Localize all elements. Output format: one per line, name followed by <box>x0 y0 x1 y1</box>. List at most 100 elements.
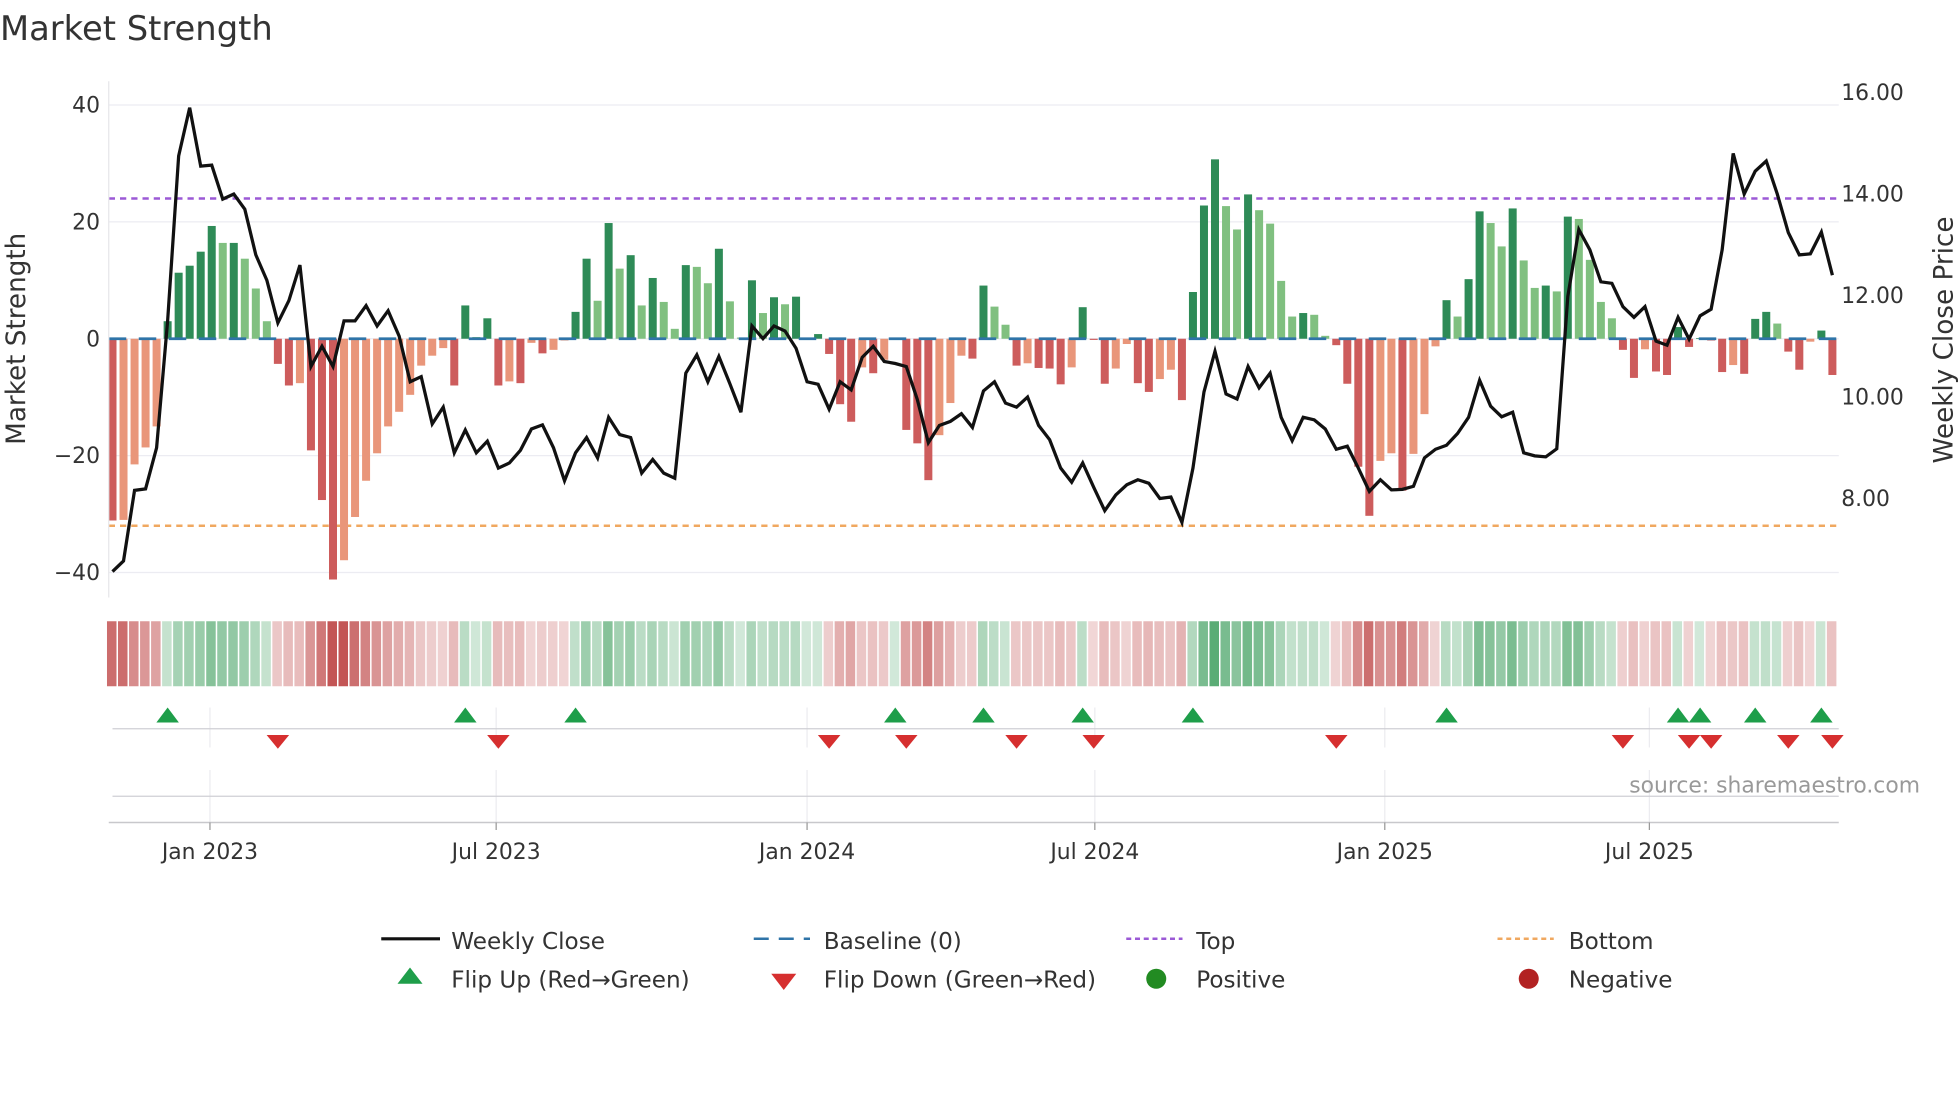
strength-bar <box>604 223 613 339</box>
strength-bar <box>549 338 558 350</box>
strength-bar <box>1640 338 1649 350</box>
strength-bar <box>240 258 249 339</box>
strength-heat-strip <box>106 621 1837 687</box>
flip-up-marker <box>1743 707 1767 723</box>
legend-item-baseline: Baseline (0) <box>753 929 962 955</box>
strength-bar <box>626 255 635 339</box>
heat-cell <box>845 621 856 687</box>
strength-bar <box>494 338 503 386</box>
strength-bar <box>582 258 591 339</box>
strength-bar <box>1453 316 1462 339</box>
legend-item-positive: Positive <box>1146 968 1285 994</box>
strength-bar <box>1111 338 1120 369</box>
heat-cell <box>1000 621 1010 687</box>
heat-cell <box>106 621 117 687</box>
heat-cell <box>1154 621 1164 687</box>
strength-bar <box>505 338 514 382</box>
flip-down-marker <box>817 735 841 749</box>
heat-cell <box>757 621 767 687</box>
y-tick-label: 20 <box>72 210 100 235</box>
market-strength-chart: Market Strength 40 20 0 −20 −40 16.00 14.00 12.… <box>0 9 1960 994</box>
heat-cell <box>1551 621 1561 687</box>
heat-cell <box>1055 621 1065 687</box>
strength-bar <box>1155 338 1164 380</box>
strength-bar <box>229 242 238 339</box>
strength-bar <box>417 338 426 366</box>
heat-cell <box>966 621 977 687</box>
strength-bar <box>1795 338 1804 370</box>
y2-tick-label: 10.00 <box>1841 386 1904 411</box>
heat-cell <box>691 621 701 687</box>
y-tick-label: 0 <box>86 327 100 352</box>
heat-cell <box>140 621 150 687</box>
heat-cell <box>988 621 999 687</box>
strength-bar <box>1166 338 1175 370</box>
heat-cell <box>1815 621 1826 687</box>
strength-bar <box>317 338 326 501</box>
strength-bar <box>935 338 944 436</box>
strength-bar <box>439 338 448 349</box>
strength-bar <box>196 251 205 339</box>
legend-label: Flip Down (Green→Red) <box>824 968 1096 994</box>
heat-cell <box>1496 621 1506 687</box>
heat-cell <box>283 621 293 687</box>
strength-bar <box>670 328 679 339</box>
strength-bar <box>869 338 878 374</box>
heat-cell <box>1110 621 1120 687</box>
heat-cell <box>603 621 613 687</box>
strength-bar <box>1078 307 1087 339</box>
strength-bar <box>990 306 999 339</box>
legend-label: Positive <box>1196 968 1285 994</box>
heat-cell <box>801 621 812 687</box>
flip-up-marker <box>1181 707 1205 723</box>
heat-cell <box>614 621 624 687</box>
strength-bar <box>1409 338 1418 454</box>
strength-bar <box>902 338 911 430</box>
heat-cell <box>1099 621 1109 687</box>
strength-bar <box>714 248 723 339</box>
flip-up-marker <box>1435 707 1458 723</box>
strength-bar <box>1100 338 1109 384</box>
strength-bar <box>1464 279 1473 339</box>
heat-cell <box>955 621 966 687</box>
heat-cell <box>492 621 503 687</box>
heat-cell <box>129 621 139 687</box>
strength-bar <box>1497 246 1506 339</box>
heat-cell <box>1804 621 1815 687</box>
heat-cell <box>470 621 481 687</box>
heat-cell <box>1562 621 1572 687</box>
heat-cell <box>1474 621 1484 687</box>
x-tick-label: Jul 2024 <box>1048 840 1139 865</box>
heat-cell <box>1617 621 1627 687</box>
heat-cell <box>1429 621 1440 687</box>
heat-cell <box>867 621 878 687</box>
heat-cell <box>779 621 790 687</box>
strength-bar <box>1607 318 1616 339</box>
flip-down-marker <box>895 735 918 749</box>
heat-cell <box>239 621 249 687</box>
strength-bar <box>836 338 845 405</box>
flip-up-marker <box>1810 707 1833 723</box>
heat-cell <box>1518 621 1528 687</box>
strength-bar <box>1045 338 1054 369</box>
strength-bar <box>1387 338 1396 454</box>
heat-cell <box>790 621 801 687</box>
heat-cell <box>889 621 900 687</box>
heat-cell <box>570 621 580 687</box>
strength-bar <box>1596 301 1605 339</box>
strength-bar <box>1266 223 1275 339</box>
strength-bar <box>979 285 988 339</box>
heat-cell <box>371 621 382 687</box>
strength-bar <box>1233 229 1242 339</box>
legend-label: Weekly Close <box>451 929 605 955</box>
triangle-up-icon <box>397 967 423 984</box>
strength-bar <box>141 338 150 448</box>
strength-bar <box>1177 338 1186 401</box>
strength-bar <box>262 321 271 339</box>
strength-bar <box>483 318 492 339</box>
strength-bar <box>1530 287 1539 339</box>
circle-green-icon <box>1146 968 1167 989</box>
heat-cell <box>647 621 657 687</box>
strength-bar <box>373 338 382 454</box>
y-tick-label: −20 <box>54 444 100 469</box>
